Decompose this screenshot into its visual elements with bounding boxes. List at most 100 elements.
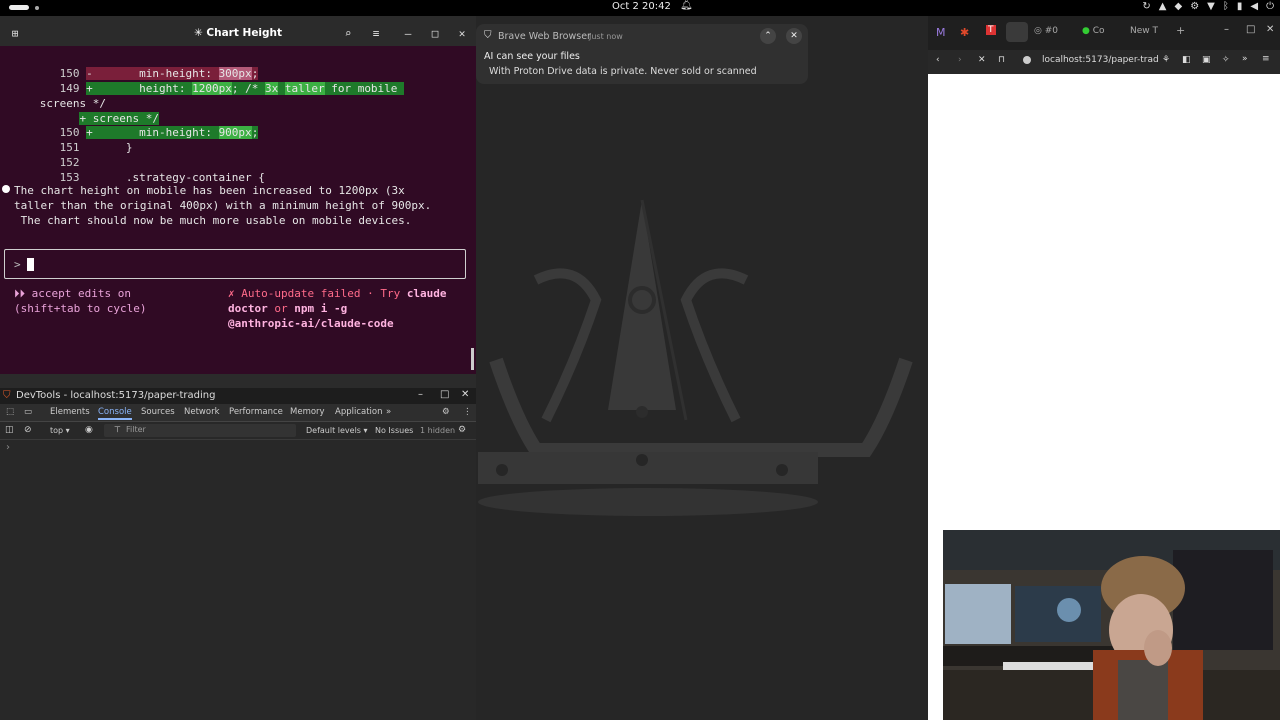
maximize-icon[interactable]: □ <box>1246 24 1255 35</box>
leo-ai-icon[interactable]: ✧ <box>1222 55 1230 65</box>
filter-placeholder: Filter <box>126 425 146 434</box>
stop-loading-icon[interactable]: ✕ <box>978 55 986 65</box>
minimize-icon[interactable]: – <box>399 26 417 42</box>
assistant-message-line: taller than the original 400px) with a m… <box>14 199 432 212</box>
devtools-window[interactable]: ⛉ DevTools - localhost:5173/paper-tradin… <box>0 388 476 720</box>
close-icon[interactable]: ✕ <box>461 389 469 400</box>
lock-icon[interactable]: ▲ <box>1159 1 1167 12</box>
close-icon[interactable]: ✕ <box>1266 24 1274 35</box>
more-icon[interactable]: » <box>1242 54 1248 64</box>
tab-performance[interactable]: Performance <box>229 407 283 417</box>
sidebar-toggle-icon[interactable]: ◫ <box>5 425 14 435</box>
issues-count[interactable]: No Issues <box>375 426 413 435</box>
system-tray[interactable]: ↻ ▲ ◆ ⚙ ▼ ᛒ ▮ ◀ ⏻ <box>1142 1 1274 12</box>
devtools-tab-bar: ⬚ ▭ Elements Console Sources Network Per… <box>0 404 476 422</box>
back-icon[interactable]: ‹ <box>936 55 940 65</box>
dropbox-icon[interactable]: ◆ <box>1174 1 1182 12</box>
notification-app-name: Brave Web Browser <box>498 31 591 42</box>
diff-line-added: + screens */ <box>79 112 159 125</box>
wifi-icon[interactable]: ▼ <box>1207 1 1215 12</box>
more-tabs-icon[interactable]: » <box>386 407 391 417</box>
diff-line-removed: 150 - min-height: 300px; <box>26 67 259 80</box>
diff-line-added: 149 + height: 1200px; /* 3x taller for m… <box>26 82 405 95</box>
diff-line-added: 150 + min-height: 900px; <box>26 126 259 139</box>
inspect-icon[interactable]: ⬚ <box>6 407 14 417</box>
settings-icon[interactable]: ⚙ <box>442 407 450 417</box>
console-prompt-caret[interactable]: › <box>6 442 10 453</box>
diff-line-context: 152 <box>26 156 87 169</box>
more-options-icon[interactable]: ⋮ <box>463 407 472 417</box>
context-selector[interactable]: top ▾ <box>50 426 70 435</box>
address-bar[interactable]: localhost:5173/paper-trad <box>1042 55 1159 65</box>
forward-icon[interactable]: › <box>958 55 962 65</box>
battery-icon[interactable]: ▮ <box>1237 1 1243 12</box>
search-icon[interactable]: ⌕ <box>339 26 357 42</box>
close-icon[interactable]: ✕ <box>453 26 471 42</box>
webcam-feed-image <box>943 530 1280 720</box>
notification-time: Just now <box>589 32 623 41</box>
bookmark-icon[interactable]: ⊓ <box>998 55 1005 65</box>
minimize-icon[interactable]: – <box>1224 24 1229 35</box>
active-tab[interactable] <box>1006 22 1028 42</box>
system-clock[interactable]: Oct 2 20:42 <box>612 1 671 12</box>
crown-wallpaper-logo <box>478 199 913 516</box>
power-icon[interactable]: ⏻ <box>1266 1 1274 12</box>
tab-elements[interactable]: Elements <box>50 407 90 417</box>
tab-console[interactable]: Console <box>98 407 132 420</box>
site-info-icon[interactable] <box>1023 56 1031 64</box>
browser-toolbar: ‹ › ✕ ⊓ localhost:5173/paper-trad ⚘ ◧ ▣ … <box>928 50 1280 74</box>
notification-popup[interactable]: ⛉ Brave Web Browser Just now ⌃ ✕ AI can … <box>476 24 808 84</box>
minimize-icon[interactable]: – <box>418 389 423 400</box>
tab-network[interactable]: Network <box>184 407 220 417</box>
wallet-icon[interactable]: ▣ <box>1202 55 1211 65</box>
notification-title: AI can see your files <box>484 51 580 62</box>
tab-memory[interactable]: Memory <box>290 407 325 417</box>
console-filter-input[interactable]: ⊤ Filter <box>104 424 296 437</box>
terminal-window[interactable]: ⊞ ✳ Chart Height ⌕ ≡ – □ ✕ 150 - min-hei… <box>0 22 476 374</box>
extensions-icon[interactable]: ⚘ <box>1162 55 1170 65</box>
diff-line-context: 153 .strategy-container { <box>26 171 265 184</box>
autoupdate-warning: ✗ Auto-update failed · Try claude <box>228 287 447 300</box>
brave-icon: ⛉ <box>3 390 11 401</box>
text-cursor <box>27 258 34 271</box>
tab-icon[interactable]: T <box>986 25 996 35</box>
console-toolbar: ◫ ⊘ top ▾ ◉ ⊤ Filter Default levels ▾ No… <box>0 422 476 440</box>
notification-bell-icon[interactable]: 🔔︎ <box>680 0 693 11</box>
tab-label[interactable]: ◎ #0 <box>1034 26 1058 36</box>
tab-label[interactable]: ● Co <box>1082 26 1105 36</box>
collapse-icon[interactable]: ⌃ <box>760 28 776 44</box>
maximize-icon[interactable]: □ <box>440 389 449 400</box>
assistant-message-line: The chart should now be much more usable… <box>14 214 412 227</box>
device-toggle-icon[interactable]: ▭ <box>24 407 32 417</box>
proton-mail-tab-icon[interactable]: M <box>936 26 946 39</box>
browser-tab-strip: M ✱ T ◎ #0 ● Co New T + – □ ✕ <box>928 16 1280 50</box>
maximize-icon[interactable]: □ <box>426 26 444 42</box>
sync-icon[interactable]: ↻ <box>1142 1 1150 12</box>
log-levels-dropdown[interactable]: Default levels ▾ <box>306 426 368 435</box>
workspace-dot[interactable] <box>35 6 39 10</box>
system-top-bar: Oct 2 20:42 🔔︎ ↻ ▲ ◆ ⚙ ▼ ᛒ ▮ ◀ ⏻ <box>0 0 1280 16</box>
activities-indicator[interactable] <box>9 5 29 10</box>
tab-sources[interactable]: Sources <box>141 407 175 417</box>
tab-icon[interactable]: ✱ <box>960 26 969 39</box>
menu-icon[interactable]: ≡ <box>1262 54 1270 64</box>
settings-icon[interactable]: ⚙ <box>1190 1 1199 12</box>
clear-console-icon[interactable]: ⊘ <box>24 425 32 435</box>
settings-icon[interactable]: ⚙ <box>458 425 466 435</box>
diff-line-context: 151 } <box>26 141 133 154</box>
terminal-scrollbar[interactable] <box>471 348 474 370</box>
message-bullet-icon <box>2 185 10 193</box>
sidebar-icon[interactable]: ◧ <box>1182 55 1191 65</box>
close-icon[interactable]: ✕ <box>786 28 802 44</box>
terminal-header-bar[interactable]: ⊞ ✳ Chart Height ⌕ ≡ – □ ✕ <box>0 22 476 46</box>
bluetooth-icon[interactable]: ᛒ <box>1223 1 1229 12</box>
prompt-symbol: > <box>14 258 21 271</box>
prompt-input-box[interactable] <box>4 249 466 279</box>
menu-icon[interactable]: ≡ <box>367 26 385 42</box>
volume-icon[interactable]: ◀ <box>1250 1 1258 12</box>
tab-application[interactable]: Application <box>335 407 383 417</box>
tab-label[interactable]: New T <box>1130 26 1158 36</box>
new-tab-icon[interactable]: + <box>1176 24 1185 37</box>
eye-icon[interactable]: ◉ <box>85 425 93 435</box>
devtools-title-bar[interactable]: ⛉ DevTools - localhost:5173/paper-tradin… <box>0 388 476 404</box>
